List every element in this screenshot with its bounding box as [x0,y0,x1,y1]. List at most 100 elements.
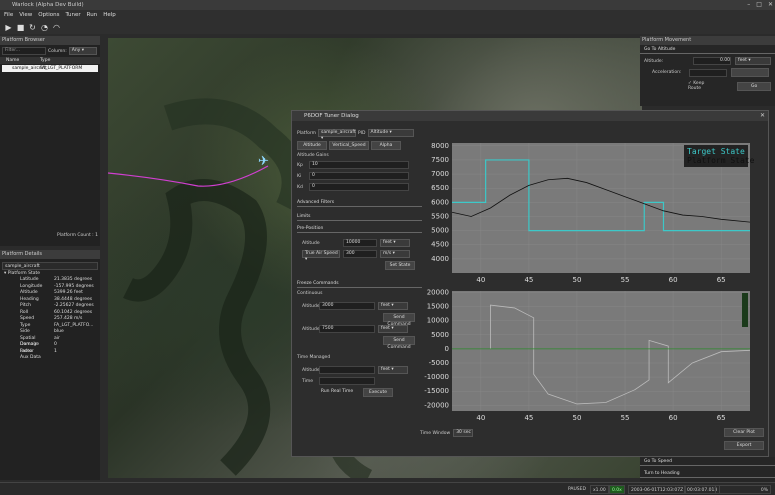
platform-select[interactable]: sample_aircraft ▾ [317,129,356,141]
c-altitude-input[interactable]: 3000 [319,302,375,310]
column-select[interactable]: Any ▾ [68,47,97,55]
platform-browser-panel: Platform Browser Filter... Column: Any ▾… [0,36,100,246]
execute-button[interactable]: Execute [363,388,393,397]
advanced-filters-section[interactable]: Advanced Filters [297,199,422,207]
tab-altitude[interactable]: Altitude [297,141,327,150]
close-icon[interactable]: ✕ [768,1,773,8]
y-tick-label: 0 [445,345,449,353]
send-command-button-2[interactable]: Send Command [383,336,415,350]
set-state-button[interactable]: Set State [385,261,415,270]
charts: 4000 4500 5000 5500 6000 6500 7000 7500 8000 40 45… [424,142,754,422]
maximize-icon[interactable]: □ [756,1,762,8]
pp-altitude-unit[interactable]: feet ▾ [380,239,410,247]
details-group[interactable]: ▾ Platform State [0,270,100,277]
export-button[interactable]: Export [724,441,764,450]
legend-entry: Target State [687,147,745,156]
pid-select[interactable]: Altitude ▾ [367,129,414,137]
detail-key: Aux Data [20,355,41,360]
clock-icon[interactable]: ◔ [40,23,49,32]
tuner-dialog: P6DOF Tuner Dialog ✕ Platform sample_air… [291,110,769,457]
go-button[interactable]: Go [737,81,771,91]
play-icon[interactable]: ▶ [4,23,13,32]
aircraft-icon[interactable]: ✈ [258,155,280,168]
kd-input[interactable]: 0 [309,183,409,191]
altitude-unit-select[interactable]: feet ▾ [735,57,771,65]
x-tick-label: 45 [524,276,533,284]
y-tick-label: -20000 [424,401,449,409]
window-controls: – □ ✕ [747,1,773,8]
acceleration-label: Acceleration: [652,70,682,75]
pp-speed-unit[interactable]: m/s ▾ [380,250,410,258]
x-tick-label: 55 [621,276,630,284]
preposition-section[interactable]: Pre-Position [297,225,422,233]
table-row[interactable]: sample_aircraft FA_LGT_PLATFORM [2,65,98,72]
window-title: Warlock (Alpha Dev Build) [12,2,84,8]
c-altitude2-label: Altitude [302,326,320,332]
pp-speed-type-select[interactable]: True Air Speed ▾ [302,250,340,262]
pp-altitude-input[interactable]: 10000 [343,239,377,247]
run-real-time-checkbox[interactable]: Run Real Time [317,388,357,397]
platform-label: Platform [297,130,316,136]
menu-run[interactable]: Run [87,10,98,20]
kp-input[interactable]: 10 [309,161,409,169]
altitude-chart: 4000 4500 5000 5500 6000 6500 7000 7500 8000 40 45… [431,142,754,284]
progress-percent: 0% [715,485,771,494]
dialog-close-icon[interactable]: ✕ [760,112,765,119]
tab-vertical-speed[interactable]: Vertical_Speed [329,141,369,150]
clear-plot-button[interactable]: Clear Plot [724,428,764,437]
c-altitude2-input[interactable]: 7500 [319,325,375,333]
y-tick-label: -15000 [424,387,449,395]
menu-options[interactable]: Options [38,10,59,20]
menu-view[interactable]: View [19,10,32,20]
stop-icon[interactable]: ■ [16,23,25,32]
time-window: Time Window 30 sec [420,429,474,437]
x-tick-label: 45 [524,414,533,422]
tm-time-label: Time [302,378,314,384]
tab-alpha[interactable]: Alpha [371,141,401,150]
restart-icon[interactable]: ↻ [28,23,37,32]
menu-bar: File View Options Tuner Run Help [0,10,775,20]
goto-speed-header[interactable]: Go To Speed [640,457,775,466]
row-name: sample_aircraft [12,66,47,71]
menu-file[interactable]: File [4,10,13,20]
pid-label: PID [357,130,366,136]
window-titlebar: Warlock (Alpha Dev Build) [0,0,775,10]
tm-altitude-unit[interactable]: feet ▾ [378,366,408,374]
send-command-button-1[interactable]: Send Command [383,313,415,327]
y-tick-label: 10000 [427,317,449,325]
time-window-select[interactable]: 30 sec [453,429,474,437]
tm-time-input[interactable] [319,377,375,385]
platform-movement-panel: Platform Movement Go To Altitude Altitud… [640,36,775,106]
time-managed-label: Time Managed [297,355,331,360]
acceleration-unit[interactable] [731,68,770,77]
tuner-controls: Platform sample_aircraft ▾ PID Altitude … [297,129,422,449]
goto-altitude-header[interactable]: Go To Altitude [640,45,775,54]
altitude-input[interactable]: 0.00 [693,57,731,65]
filter-input[interactable]: Filter... [2,47,46,55]
menu-help[interactable]: Help [103,10,116,20]
freeze-commands-section[interactable]: Freeze Commands [297,280,422,288]
tm-altitude-input[interactable] [319,366,375,374]
pp-speed-input[interactable]: 300 [343,250,377,258]
x-tick-label: 40 [476,414,485,422]
x-tick-label: 40 [476,276,485,284]
header-name[interactable]: Name [0,57,40,64]
menu-tuner[interactable]: Tuner [66,10,81,20]
y-tick-label: 4500 [431,241,449,249]
keep-route-checkbox[interactable]: ✓ Keep Route [688,81,715,91]
minimize-icon[interactable]: – [747,1,750,8]
acceleration-slider[interactable] [689,68,728,77]
platform-details-title: Platform Details [0,250,100,259]
turn-heading-header[interactable]: Turn to Heading [640,469,775,478]
header-type[interactable]: Type [40,57,50,64]
c-altitude-label: Altitude [302,303,320,309]
limits-section[interactable]: Limits [297,213,422,221]
ki-input[interactable]: 0 [309,172,409,180]
x-tick-label: 60 [669,414,678,422]
rate-chart: -20000 -15000 -10000 -5000 0 5000 10000 15000 20… [424,288,751,422]
gauge-icon[interactable]: ◠ [52,23,61,32]
y-tick-label: 5000 [431,331,449,339]
c-altitude-unit[interactable]: feet ▾ [378,302,408,310]
legend-entry: Platform State [687,156,755,165]
c-altitude2-unit[interactable]: feet ▾ [378,325,408,333]
